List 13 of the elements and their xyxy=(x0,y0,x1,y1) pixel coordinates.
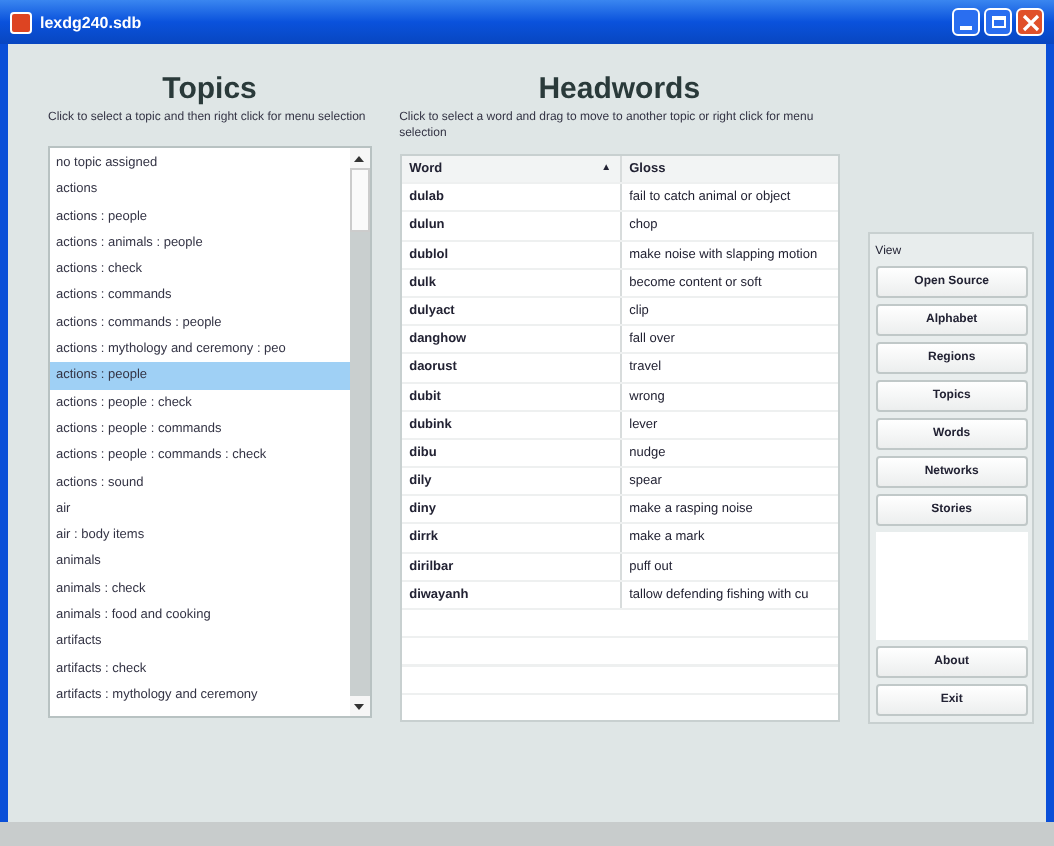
scroll-thumb[interactable] xyxy=(349,168,370,232)
scrollbar[interactable] xyxy=(349,148,370,716)
minimize-button[interactable] xyxy=(952,8,980,36)
scroll-down-button[interactable] xyxy=(349,696,370,716)
maximize-button[interactable] xyxy=(984,8,1012,36)
close-button[interactable] xyxy=(1016,8,1044,36)
down-arrow-icon xyxy=(354,703,365,709)
window-title: lexdg240.sdb xyxy=(40,13,144,31)
headwords-heading: Headwords xyxy=(536,72,703,106)
up-arrow-icon xyxy=(354,155,365,161)
scroll-up-button[interactable] xyxy=(349,148,370,168)
topics-heading: Topics xyxy=(160,72,259,106)
app-icon xyxy=(10,11,32,33)
